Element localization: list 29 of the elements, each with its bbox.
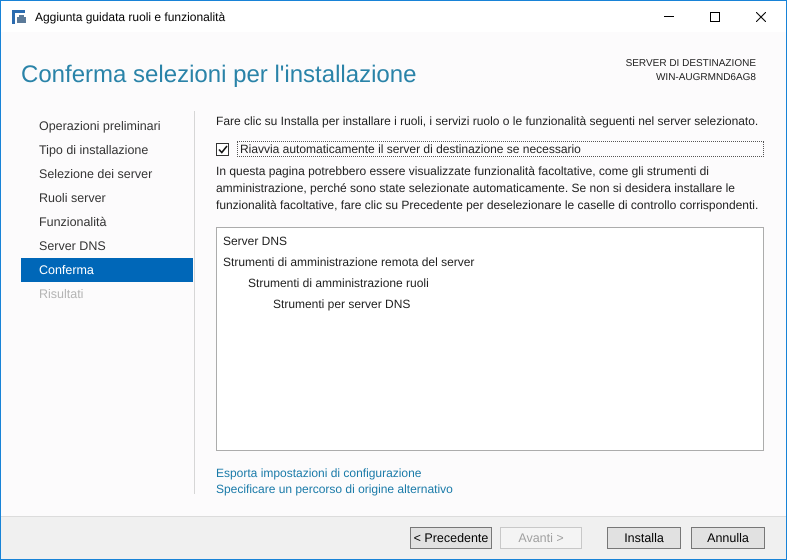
sidebar-item[interactable]: Funzionalità [21,210,193,234]
intro-text: Fare clic su Installa per installare i ruoli, i servizi ruolo o le funzionalità seguenti nel server selezionato. [216,113,760,130]
sidebar-item[interactable]: Operazioni preliminari [21,114,193,138]
minimize-icon [664,16,674,17]
sidebar-item[interactable]: Tipo di installazione [21,138,193,162]
window-title: Aggiunta guidata ruoli e funzionalità [35,8,226,26]
wizard-button[interactable]: Annulla [691,527,765,549]
link[interactable]: Specificare un percorso di origine alternativo [216,481,453,497]
sidebar-item[interactable]: Selezione dei server [21,162,193,186]
sidebar-item[interactable]: Ruoli server [21,186,193,210]
selection-item: Server DNS [223,233,288,250]
selection-item: Strumenti di amministrazione remota del server [223,254,474,271]
wizard-button[interactable]: < Precedente [410,527,492,549]
checkmark-icon [218,144,228,154]
maximize-icon [710,12,720,22]
destination-label: SERVER DI DESTINAZIONE [626,57,756,71]
info-text: In questa pagina potrebbero essere visualizzate funzionalità facoltative, come gli strumenti di amministrazione, perché sono state selezionate automaticamente. Se non si desidera installare le funzionalità facoltative, fare clic su Precedente per deselezionare le caselle di controllo corrispondenti. [216,163,760,214]
page-title: Conferma selezioni per l'installazione [21,60,416,90]
wizard-button[interactable]: Installa [607,527,681,549]
selection-item: Strumenti per server DNS [273,296,410,313]
selection-item: Strumenti di amministrazione ruoli [248,275,429,292]
sidebar-item[interactable]: Server DNS [21,234,193,258]
sidebar-item[interactable]: Conferma [21,258,193,282]
link[interactable]: Esporta impostazioni di configurazione [216,465,422,481]
destination-server: WIN-AUGRMND6AG8 [654,71,756,85]
app-icon [11,8,27,24]
restart-checkbox[interactable] [216,142,229,156]
checkbox-label[interactable]: Riavvia automaticamente il server di destinazione se necessario [237,141,764,157]
close-icon [756,12,766,22]
